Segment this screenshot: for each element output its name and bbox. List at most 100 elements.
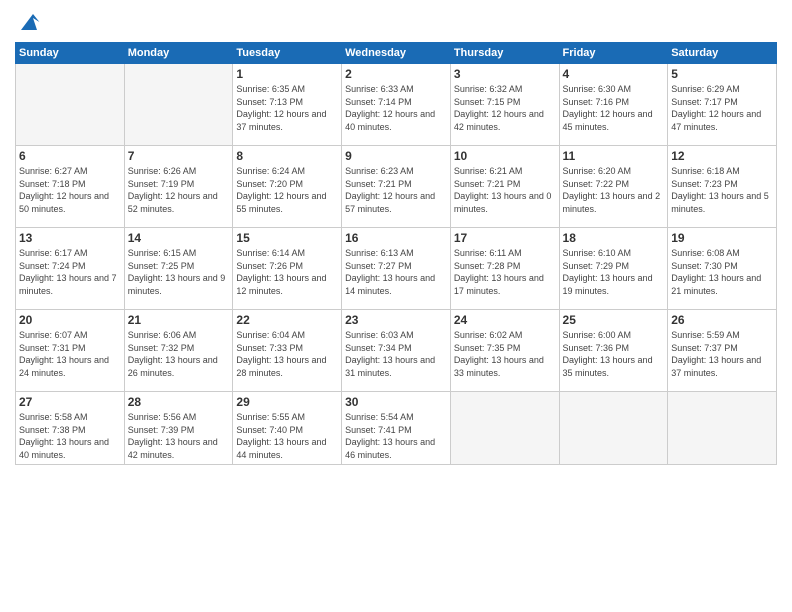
calendar-cell: 25Sunrise: 6:00 AMSunset: 7:36 PMDayligh…: [559, 310, 668, 392]
calendar-week-row: 6Sunrise: 6:27 AMSunset: 7:18 PMDaylight…: [16, 146, 777, 228]
day-number: 29: [236, 395, 338, 409]
day-info: Sunrise: 5:58 AMSunset: 7:38 PMDaylight:…: [19, 411, 121, 461]
day-info: Sunrise: 6:04 AMSunset: 7:33 PMDaylight:…: [236, 329, 338, 379]
sunrise-text: Sunrise: 6:14 AM: [236, 247, 338, 260]
day-info: Sunrise: 6:35 AMSunset: 7:13 PMDaylight:…: [236, 83, 338, 133]
calendar-cell: [450, 392, 559, 465]
day-info: Sunrise: 6:00 AMSunset: 7:36 PMDaylight:…: [563, 329, 665, 379]
calendar-cell: 5 Sunrise: 6:29 AMSunset: 7:17 PMDaylight…: [668, 64, 777, 146]
calendar-header-row: SundayMondayTuesdayWednesdayThursdayFrid…: [16, 43, 777, 64]
sunrise-text: Sunrise: 6:00 AM: [563, 329, 665, 342]
sunset-text: Sunset: 7:25 PM: [128, 260, 230, 273]
daylight-text: Daylight: 13 hours and 33 minutes.: [454, 354, 556, 379]
day-info: Sunrise: 6:07 AMSunset: 7:31 PMDaylight:…: [19, 329, 121, 379]
sunset-text: Sunset: 7:27 PM: [345, 260, 447, 273]
sunrise-text: Sunrise: 6:03 AM: [345, 329, 447, 342]
day-info: Sunrise: 6:14 AMSunset: 7:26 PMDaylight:…: [236, 247, 338, 297]
sunrise-text: Sunrise: 5:58 AM: [19, 411, 121, 424]
sunrise-text: Sunrise: 6:13 AM: [345, 247, 447, 260]
day-number: 30: [345, 395, 447, 409]
day-number: 4: [563, 67, 665, 81]
sunset-text: Sunset: 7:31 PM: [19, 342, 121, 355]
sunset-text: Sunset: 7:36 PM: [563, 342, 665, 355]
daylight-text: Daylight: 12 hours and 47 minutes.: [671, 108, 773, 133]
daylight-text: Daylight: 12 hours and 45 minutes.: [563, 108, 665, 133]
day-info: Sunrise: 5:54 AMSunset: 7:41 PMDaylight:…: [345, 411, 447, 461]
daylight-text: Daylight: 13 hours and 44 minutes.: [236, 436, 338, 461]
daylight-text: Daylight: 13 hours and 35 minutes.: [563, 354, 665, 379]
sunset-text: Sunset: 7:39 PM: [128, 424, 230, 437]
daylight-text: Daylight: 13 hours and 24 minutes.: [19, 354, 121, 379]
calendar-cell: 29 Sunrise: 5:55 AMSunset: 7:40 PMDayligh…: [233, 392, 342, 465]
day-number: 11: [563, 149, 665, 163]
day-number: 8: [236, 149, 338, 163]
sunrise-text: Sunrise: 6:21 AM: [454, 165, 556, 178]
day-info: Sunrise: 6:03 AMSunset: 7:34 PMDaylight:…: [345, 329, 447, 379]
sunset-text: Sunset: 7:38 PM: [19, 424, 121, 437]
daylight-text: Daylight: 13 hours and 21 minutes.: [671, 272, 773, 297]
daylight-text: Daylight: 13 hours and 26 minutes.: [128, 354, 230, 379]
sunrise-text: Sunrise: 6:06 AM: [128, 329, 230, 342]
sunrise-text: Sunrise: 5:56 AM: [128, 411, 230, 424]
calendar-cell: 27Sunrise: 5:58 AMSunset: 7:38 PMDayligh…: [16, 392, 125, 465]
calendar-cell: 4Sunrise: 6:30 AMSunset: 7:16 PMDaylight…: [559, 64, 668, 146]
day-info: Sunrise: 6:08 AMSunset: 7:30 PMDaylight:…: [671, 247, 773, 297]
calendar-week-row: 13Sunrise: 6:17 AMSunset: 7:24 PMDayligh…: [16, 228, 777, 310]
calendar-cell: 10 Sunrise: 6:21 AMSunset: 7:21 PMDayligh…: [450, 146, 559, 228]
sunset-text: Sunset: 7:30 PM: [671, 260, 773, 273]
header: [15, 10, 777, 34]
sunrise-text: Sunrise: 5:55 AM: [236, 411, 338, 424]
sunset-text: Sunset: 7:16 PM: [563, 96, 665, 109]
day-info: Sunrise: 6:21 AMSunset: 7:21 PMDaylight:…: [454, 165, 556, 215]
daylight-text: Daylight: 13 hours and 40 minutes.: [19, 436, 121, 461]
sunset-text: Sunset: 7:21 PM: [345, 178, 447, 191]
calendar-cell: [124, 64, 233, 146]
day-info: Sunrise: 6:13 AMSunset: 7:27 PMDaylight:…: [345, 247, 447, 297]
calendar-cell: 28Sunrise: 5:56 AMSunset: 7:39 PMDayligh…: [124, 392, 233, 465]
daylight-text: Daylight: 12 hours and 37 minutes.: [236, 108, 338, 133]
sunset-text: Sunset: 7:41 PM: [345, 424, 447, 437]
calendar-week-row: 27Sunrise: 5:58 AMSunset: 7:38 PMDayligh…: [16, 392, 777, 465]
day-number: 24: [454, 313, 556, 327]
sunset-text: Sunset: 7:20 PM: [236, 178, 338, 191]
sunrise-text: Sunrise: 6:04 AM: [236, 329, 338, 342]
sunrise-text: Sunrise: 6:17 AM: [19, 247, 121, 260]
day-number: 10: [454, 149, 556, 163]
daylight-text: Daylight: 12 hours and 55 minutes.: [236, 190, 338, 215]
day-number: 1: [236, 67, 338, 81]
sunrise-text: Sunrise: 6:23 AM: [345, 165, 447, 178]
daylight-text: Daylight: 13 hours and 31 minutes.: [345, 354, 447, 379]
day-number: 15: [236, 231, 338, 245]
daylight-text: Daylight: 13 hours and 14 minutes.: [345, 272, 447, 297]
sunset-text: Sunset: 7:21 PM: [454, 178, 556, 191]
calendar-cell: 8Sunrise: 6:24 AMSunset: 7:20 PMDaylight…: [233, 146, 342, 228]
day-number: 6: [19, 149, 121, 163]
day-number: 19: [671, 231, 773, 245]
daylight-text: Daylight: 13 hours and 46 minutes.: [345, 436, 447, 461]
sunset-text: Sunset: 7:28 PM: [454, 260, 556, 273]
calendar-cell: 15 Sunrise: 6:14 AMSunset: 7:26 PMDayligh…: [233, 228, 342, 310]
calendar-cell: 24 Sunrise: 6:02 AMSunset: 7:35 PMDayligh…: [450, 310, 559, 392]
day-number: 5: [671, 67, 773, 81]
day-info: Sunrise: 6:06 AMSunset: 7:32 PMDaylight:…: [128, 329, 230, 379]
sunset-text: Sunset: 7:33 PM: [236, 342, 338, 355]
day-number: 20: [19, 313, 121, 327]
day-info: Sunrise: 6:02 AMSunset: 7:35 PMDaylight:…: [454, 329, 556, 379]
sunrise-text: Sunrise: 6:35 AM: [236, 83, 338, 96]
calendar-cell: 17Sunrise: 6:11 AMSunset: 7:28 PMDayligh…: [450, 228, 559, 310]
sunset-text: Sunset: 7:40 PM: [236, 424, 338, 437]
day-info: Sunrise: 6:33 AMSunset: 7:14 PMDaylight:…: [345, 83, 447, 133]
day-info: Sunrise: 6:18 AMSunset: 7:23 PMDaylight:…: [671, 165, 773, 215]
calendar-cell: 7Sunrise: 6:26 AMSunset: 7:19 PMDaylight…: [124, 146, 233, 228]
sunset-text: Sunset: 7:22 PM: [563, 178, 665, 191]
weekday-header-sunday: Sunday: [16, 43, 125, 64]
day-info: Sunrise: 6:32 AMSunset: 7:15 PMDaylight:…: [454, 83, 556, 133]
sunrise-text: Sunrise: 6:15 AM: [128, 247, 230, 260]
logo: [15, 10, 41, 34]
sunset-text: Sunset: 7:26 PM: [236, 260, 338, 273]
calendar-week-row: 20 Sunrise: 6:07 AMSunset: 7:31 PMDayligh…: [16, 310, 777, 392]
day-info: Sunrise: 6:29 AMSunset: 7:17 PMDaylight:…: [671, 83, 773, 133]
sunrise-text: Sunrise: 6:33 AM: [345, 83, 447, 96]
daylight-text: Daylight: 12 hours and 50 minutes.: [19, 190, 121, 215]
daylight-text: Daylight: 12 hours and 42 minutes.: [454, 108, 556, 133]
